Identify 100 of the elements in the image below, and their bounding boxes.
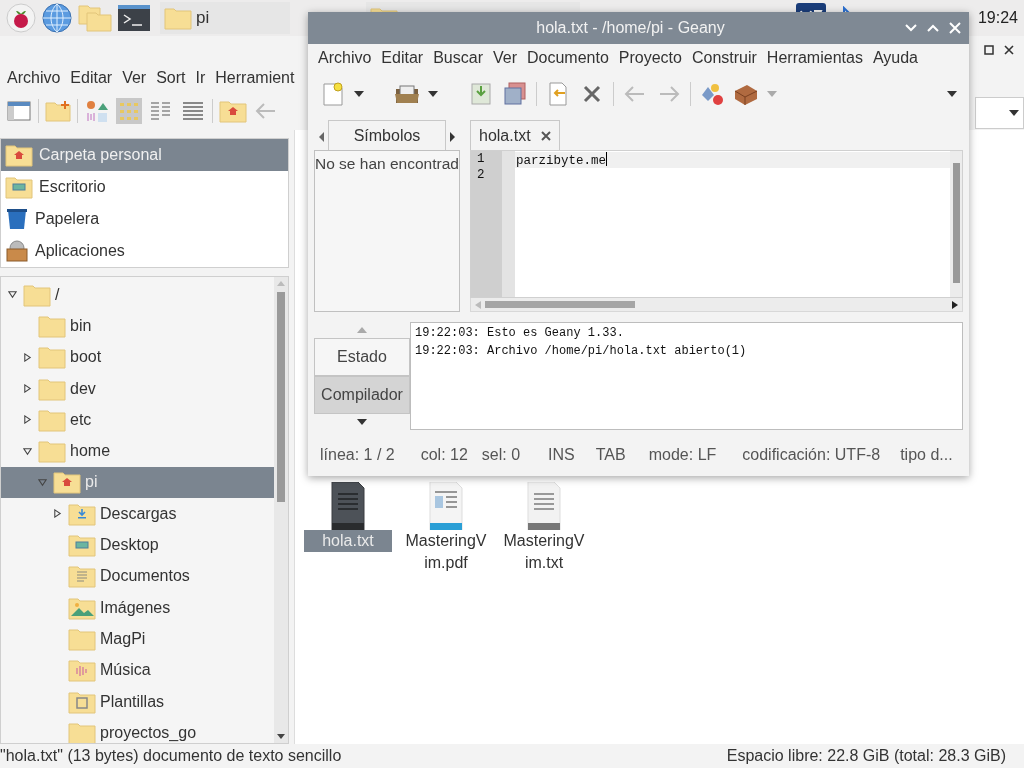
tab[interactable]: Estado — [314, 338, 410, 376]
tab[interactable]: Símbolos — [328, 120, 446, 150]
tree-item[interactable]: Descargas — [1, 498, 274, 530]
status-item: sel: 0 — [481, 446, 521, 464]
save-all-icon[interactable] — [502, 81, 528, 107]
new-folder-icon[interactable] — [45, 98, 71, 124]
folder-icon — [38, 407, 66, 432]
pictures-folder-icon — [68, 595, 96, 620]
menu-item[interactable]: Editar — [65, 69, 118, 87]
down-arrow-icon[interactable] — [277, 734, 285, 739]
menu-item[interactable]: Ver — [487, 49, 522, 67]
scrollbar[interactable] — [470, 298, 963, 312]
templates-folder-icon — [68, 689, 96, 714]
menu-item[interactable]: Ver — [117, 69, 152, 87]
tab[interactable]: Compilador — [314, 376, 410, 414]
maximize-icon[interactable] — [984, 45, 994, 55]
editor-panel[interactable]: 1 2 parzibyte.me — [470, 150, 963, 298]
text-document-icon — [526, 482, 562, 530]
file-item[interactable]: MasteringVim.txt — [498, 482, 590, 574]
taskbar-button[interactable]: pi — [160, 2, 290, 34]
home-folder-icon — [5, 143, 33, 167]
status-item: línea: 1 / 2 — [320, 446, 395, 464]
tree-item[interactable]: proyectos_go — [1, 717, 274, 743]
tree-item[interactable]: dev — [1, 372, 274, 405]
menu-item[interactable]: Construir — [686, 49, 762, 67]
close-icon[interactable] — [1004, 45, 1014, 55]
thumbnail-view-icon[interactable] — [84, 98, 110, 124]
down-arrow-icon[interactable] — [357, 419, 367, 425]
menu-item[interactable]: Proyecto — [613, 49, 687, 67]
folder-icon — [38, 376, 66, 401]
tree-item[interactable]: Plantillas — [1, 685, 274, 718]
tree-item[interactable]: Música — [1, 654, 274, 686]
status-item: TAB — [595, 446, 626, 464]
close-icon[interactable] — [540, 130, 551, 141]
documents-folder-icon — [68, 564, 96, 589]
expand-arrow-icon[interactable] — [22, 415, 32, 425]
menu-item[interactable]: Sort — [151, 69, 191, 87]
dropdown-arrow-icon[interactable] — [354, 91, 364, 97]
terminal-icon[interactable] — [118, 5, 150, 31]
free-space-text: Espacio libre: 22.8 GiB (total: 28.3 GiB) — [726, 747, 1006, 765]
tree-item[interactable]: MagPi — [1, 623, 274, 655]
empty-message: No se han encontrad — [315, 155, 459, 172]
menu-item[interactable]: Documento — [521, 49, 614, 67]
pdf-document-icon — [428, 482, 464, 530]
code-line: parzibyte.me — [516, 154, 606, 168]
log-message: 19:22:03: Esto es Geany 1.33. — [415, 326, 625, 340]
package-icon — [5, 240, 29, 262]
tree-item[interactable]: etc — [1, 404, 274, 436]
tree-item[interactable]: boot — [1, 341, 274, 373]
right-arrow-icon[interactable] — [952, 300, 958, 309]
folder-icon — [38, 313, 66, 338]
menu-item[interactable]: Archivo — [313, 49, 377, 67]
line-number: 2 — [476, 168, 486, 184]
expand-arrow-icon[interactable] — [22, 384, 32, 394]
dropdown-arrow-icon[interactable] — [428, 91, 438, 97]
minimize-icon[interactable] — [905, 24, 917, 32]
menu-item[interactable]: Editar — [376, 49, 429, 67]
new-window-icon[interactable] — [6, 98, 32, 124]
document-tab[interactable]: hola.txt — [470, 120, 560, 150]
status-item: tipo d... — [900, 446, 953, 464]
globe-icon[interactable] — [42, 3, 72, 33]
status-item: codificación: UTF-8 — [742, 446, 881, 464]
tree-item[interactable]: / — [1, 279, 274, 311]
path-field[interactable] — [975, 97, 1024, 129]
tree-item[interactable]: Desktop — [1, 529, 274, 561]
expand-arrow-icon[interactable] — [22, 352, 32, 362]
desktop-folder-icon — [5, 175, 33, 199]
dropdown-arrow-icon[interactable] — [1009, 110, 1019, 116]
file-item[interactable]: MasteringVim.pdf — [400, 482, 492, 574]
tree-item[interactable]: Imágenes — [1, 591, 274, 624]
scrollbar[interactable] — [950, 151, 962, 297]
tree-item[interactable]: Documentos — [1, 560, 274, 592]
menu-item[interactable]: Archivo — [2, 69, 66, 87]
status-text: "hola.txt" (13 bytes) documento de texto sencillo — [0, 747, 342, 765]
menu-item[interactable]: Buscar — [428, 49, 488, 67]
desktop-folder-icon — [68, 533, 96, 557]
up-arrow-icon[interactable] — [357, 327, 367, 333]
dropdown-arrow-icon[interactable] — [947, 91, 957, 97]
status-item: INS — [548, 446, 575, 464]
place-item[interactable]: Papelera — [1, 203, 288, 235]
menu-item[interactable]: Herramientas — [761, 49, 868, 67]
save-icon[interactable] — [468, 81, 494, 107]
downloads-folder-icon — [68, 501, 96, 526]
folder-icon — [38, 439, 66, 464]
expand-arrow-icon[interactable] — [52, 509, 62, 519]
place-item[interactable]: Escritorio — [1, 171, 288, 203]
menu-item[interactable]: Ayuda — [867, 49, 923, 67]
place-item[interactable]: Aplicaciones — [1, 235, 288, 267]
menu-item[interactable]: Ir — [190, 69, 211, 87]
menu-item[interactable]: Herramient — [210, 69, 300, 87]
collapse-arrow-icon[interactable] — [22, 446, 32, 456]
folder-icon — [68, 720, 96, 743]
tree-item[interactable]: bin — [1, 310, 274, 342]
tree-item[interactable]: home — [1, 435, 274, 467]
collapse-arrow-icon[interactable] — [7, 290, 17, 300]
compile-icon[interactable] — [699, 81, 725, 107]
scrollbar[interactable] — [274, 277, 288, 743]
folder-icon — [164, 6, 192, 30]
new-file-icon[interactable] — [320, 81, 346, 107]
raspberry-logo-icon[interactable] — [6, 3, 36, 33]
